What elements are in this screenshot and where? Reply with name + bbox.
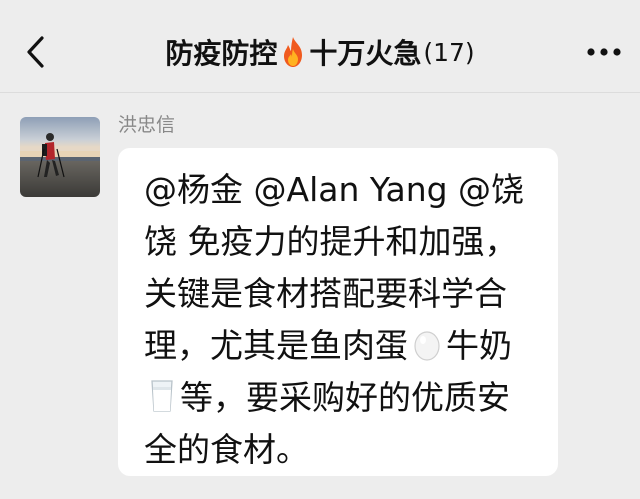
member-count: (17) [423,37,475,67]
back-button[interactable] [14,30,58,74]
milk-glass-icon [151,380,173,412]
chevron-left-icon [27,36,44,68]
more-options-button[interactable] [582,30,626,74]
chat-title: 防疫防控 十万火急 (17) [60,30,580,74]
fire-icon [284,37,303,67]
message-text-part2: 牛奶 [446,326,512,365]
sender-avatar[interactable] [20,117,100,197]
chat-title-text: 防疫防控 [165,37,278,70]
avatar-photo-hiker [20,117,100,197]
egg-icon [414,331,440,361]
chat-title-suffix: 十万火急 [309,37,422,70]
sender-name: 洪忠信 [118,114,176,136]
message-text-part3: 等，要采购好的优质安全的食材。 [144,378,510,469]
chat-header: 防疫防控 十万火急 (17) [0,0,640,93]
more-dots-icon [587,48,621,56]
message-bubble[interactable]: @杨金 @Alan Yang @饶饶 免疫力的提升和加强，关键是食材搭配要科学合… [118,148,558,476]
